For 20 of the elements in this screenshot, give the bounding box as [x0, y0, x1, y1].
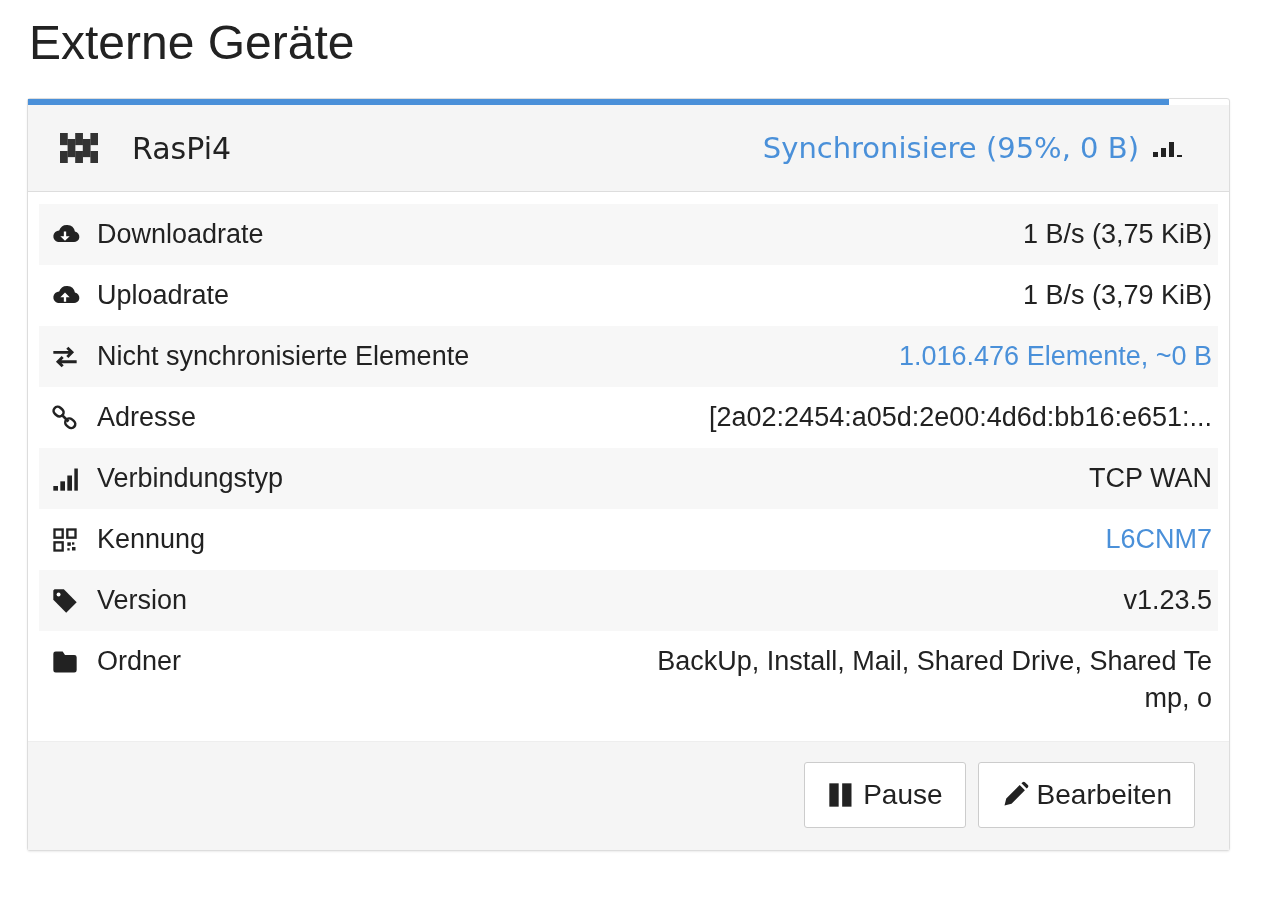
page-title: Externe Geräte	[29, 15, 356, 71]
device-identicon	[60, 133, 98, 163]
row-value: 1 B/s (3,75 KiB)	[1022, 218, 1212, 251]
sync-status: Synchronisiere (95%, 0 B)	[762, 131, 1139, 165]
row-label: Kennung	[97, 523, 206, 556]
row-label: Version	[97, 584, 188, 617]
row-label: Nicht synchronisierte Elemente	[97, 340, 470, 373]
row-label: Adresse	[97, 401, 197, 434]
pause-button[interactable]: Pause	[804, 762, 966, 828]
row-label: Verbindungstyp	[97, 462, 284, 495]
edit-button[interactable]: Bearbeiten	[977, 762, 1195, 828]
row-value: v1.23.5	[1123, 584, 1212, 617]
row-value: [2a02:2454:a05d:2e00:4d6d:bb16:e651:...	[709, 401, 1212, 434]
row-label: Ordner	[97, 645, 182, 678]
row-value: BackUp, Install, Mail, Shared Drive, Shared Temp, o	[656, 645, 1212, 715]
device-name: RasPi4	[132, 130, 233, 166]
row-value: TCP WAN	[1089, 462, 1212, 495]
row-label: Uploadrate	[97, 279, 230, 312]
row-label: Downloadrate	[97, 218, 264, 251]
row-value: 1 B/s (3,79 KiB)	[1022, 279, 1212, 312]
